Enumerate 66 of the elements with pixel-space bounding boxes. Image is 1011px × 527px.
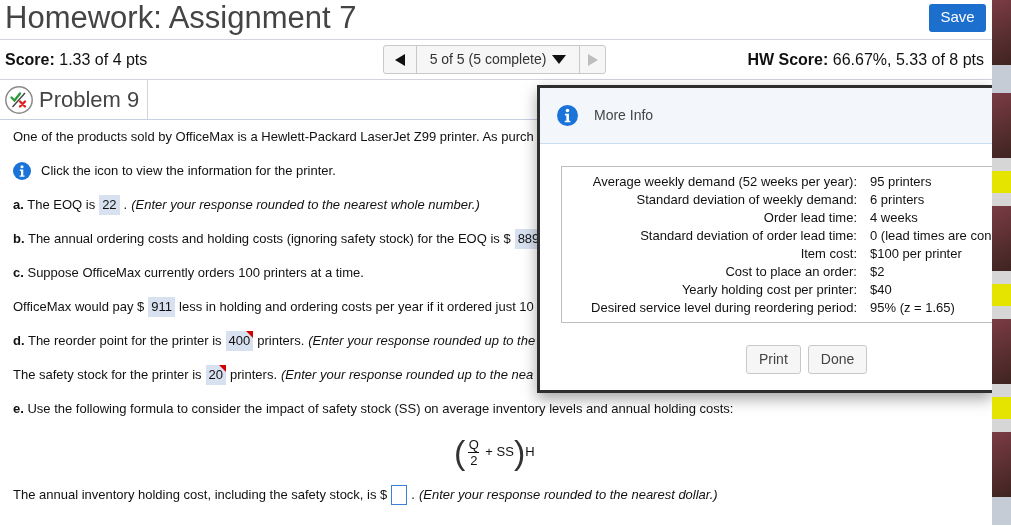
screenshot-thumbnail	[992, 497, 1011, 525]
question-text: printers.	[230, 366, 277, 385]
info-label: Yearly holding cost per printer:	[680, 281, 857, 299]
question-text: printers.	[257, 332, 305, 351]
info-value: 95 printers	[870, 173, 933, 191]
problem-title: Problem 9	[39, 86, 140, 114]
info-value: $100 per printer	[870, 245, 963, 263]
question-text: The annual inventory holding cost, including the safety stock, is $	[13, 486, 388, 505]
info-value: $2	[870, 263, 886, 281]
question-text: The safety stock for the printer is	[13, 366, 202, 385]
page-title: Homework: Assignment 7	[5, 0, 357, 35]
answer-field[interactable]: 20	[205, 365, 227, 385]
score-text: Score: 1.33 of 4 pts	[5, 49, 149, 70]
info-value: 6 printers	[870, 191, 926, 209]
info-label: Standard deviation of weekly demand:	[635, 191, 857, 209]
right-triangle-icon	[587, 53, 598, 66]
photo-placeholder	[992, 0, 1011, 65]
info-value: $40	[870, 281, 893, 299]
incorrect-mark-icon	[246, 331, 254, 338]
photo-placeholder	[992, 93, 1011, 158]
document-thumbnail	[992, 158, 1011, 206]
question-text: a. The EOQ is	[13, 196, 96, 215]
info-label: Desired service level during reordering period:	[590, 299, 857, 317]
info-value: 4 weeks	[870, 209, 919, 227]
question-text: c. Suppose OfficeMax currently orders 100 printers at a time.	[13, 264, 364, 283]
question-text: .	[411, 486, 415, 505]
info-label: Cost to place an order:	[724, 263, 857, 281]
hw-score-text: HW Score: 66.67%, 5.33 of 8 pts	[747, 49, 984, 70]
answer-field[interactable]: 22	[99, 195, 120, 215]
caret-icon	[552, 55, 567, 64]
dialog-title: More Info	[594, 106, 654, 125]
photo-placeholder	[992, 319, 1011, 384]
question-text: Click the icon to view the information for the printer.	[41, 162, 336, 181]
question-text: d. The reorder point for the printer is	[13, 332, 222, 351]
info-label: Item cost:	[799, 245, 857, 263]
screenshot-thumbnail	[992, 65, 1011, 93]
question-text: less in holding and ordering costs per year if it ordered just 10	[179, 298, 534, 317]
info-label: Average weekly demand (52 weeks per year):	[591, 173, 857, 191]
question-dropdown[interactable]: 5 of 5 (5 complete)	[416, 46, 580, 73]
info-icon	[557, 105, 578, 126]
info-value: 95% (z = 1.65)	[870, 299, 956, 317]
answer-field[interactable]: 400	[225, 331, 254, 351]
photo-placeholder	[992, 432, 1011, 497]
dialog-button[interactable]: Print	[746, 345, 801, 374]
hint-text: (Enter your response rounded to the nearest dollar.)	[418, 486, 718, 505]
info-icon[interactable]	[13, 162, 31, 180]
document-thumbnail	[992, 271, 1011, 319]
question-text: .	[123, 196, 128, 215]
info-value: 0 (lead times are con	[870, 227, 992, 245]
question-text: b. The annual ordering costs and holding costs (ignoring safety stock) for the EOQ is $	[13, 230, 511, 249]
question-text: One of the products sold by OfficeMax is a Hewlett-Packard LaserJet Z99 printer. As purch	[13, 128, 534, 147]
incorrect-mark-icon	[219, 365, 227, 372]
save-button[interactable]: Save	[929, 3, 986, 32]
info-label: Standard deviation of order lead time:	[639, 227, 857, 245]
hint-text: (Enter your response rounded up to the nea	[281, 366, 534, 385]
answer-field[interactable]: 911	[148, 297, 175, 317]
hint-text: (Enter your response rounded to the nearest whole number.)	[131, 196, 480, 215]
document-thumbnail	[992, 384, 1011, 432]
question-text: OfficeMax would pay $	[13, 298, 145, 317]
hint-text: (Enter your response rounded up to the	[308, 332, 536, 351]
info-label: Order lead time:	[762, 209, 857, 227]
answer-field[interactable]	[391, 485, 408, 505]
question-text: e. Use the following formula to consider the impact of safety stock (SS) on average inventory levels and annual holding costs:	[13, 400, 734, 419]
left-triangle-icon	[394, 53, 405, 66]
dialog-button[interactable]: Done	[807, 345, 868, 374]
photo-placeholder	[992, 206, 1011, 271]
